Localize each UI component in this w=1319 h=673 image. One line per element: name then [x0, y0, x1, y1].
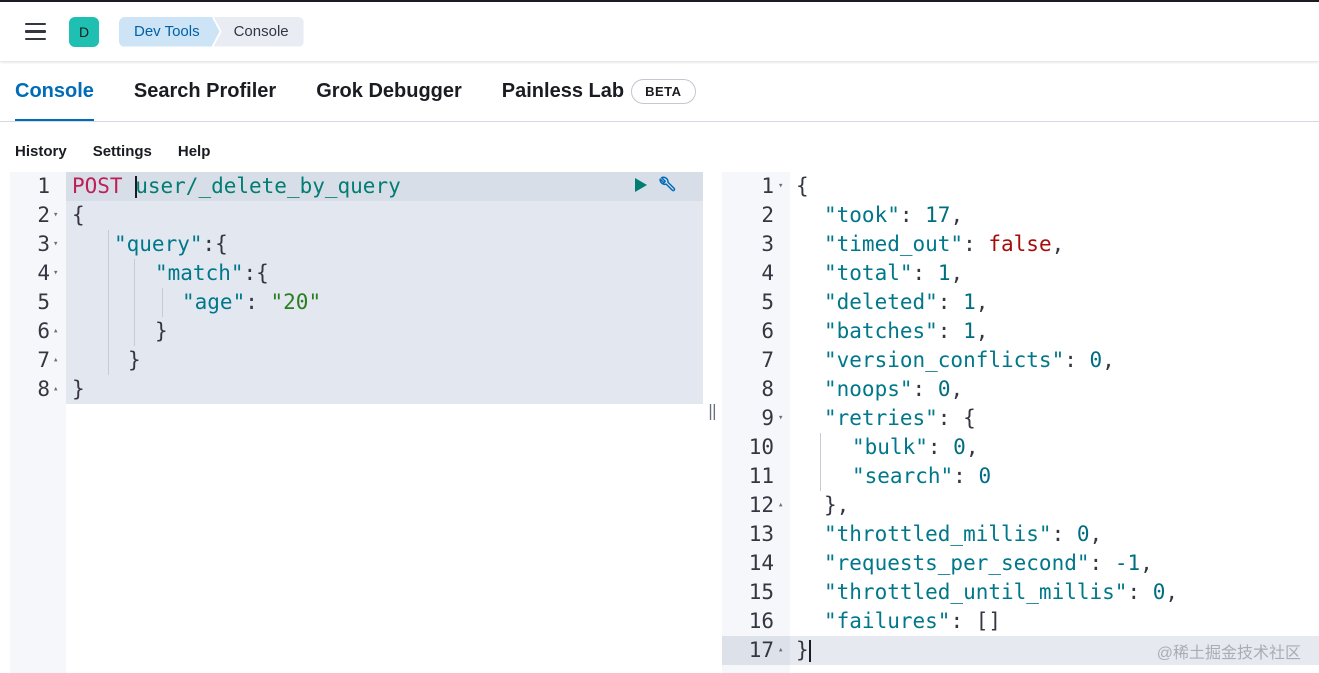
code-line: 10 "bulk": 0,	[748, 435, 979, 459]
console-menu: History Settings Help	[15, 143, 210, 160]
code-line: 4 "total": 1,	[761, 261, 964, 285]
code-line: 5 "age": "20"	[37, 290, 322, 314]
tab-grok-debugger[interactable]: Grok Debugger	[316, 62, 462, 121]
menu-toggle-button[interactable]	[15, 12, 55, 52]
code-line: 7 "version_conflicts": 0,	[761, 348, 1115, 372]
code-line: 16 "failures": []	[748, 609, 1002, 633]
request-path: user/_delete_by_query	[135, 174, 401, 198]
code-line: 15 "throttled_until_millis": 0,	[748, 580, 1179, 604]
code-line: 1 ▾{	[761, 174, 809, 198]
help-link[interactable]: Help	[178, 143, 211, 160]
top-header: D Dev Tools Console	[0, 0, 1319, 61]
tab-console[interactable]: Console	[15, 62, 94, 121]
code-line: 13 "throttled_millis": 0,	[748, 522, 1103, 546]
pane-resizer[interactable]: ‖	[703, 172, 722, 673]
history-link[interactable]: History	[15, 143, 67, 160]
code-line: 3 "timed_out": false,	[761, 232, 1065, 256]
tab-search-profiler[interactable]: Search Profiler	[134, 62, 276, 121]
code-line: 12 ▴},	[748, 493, 850, 517]
code-line: 7 ▴ }	[37, 348, 141, 372]
wrench-icon[interactable]	[657, 174, 679, 196]
beta-badge: BETA	[631, 79, 696, 104]
code-line: 3 ▾ "query":{	[37, 232, 228, 256]
breadcrumb: Dev Tools Console	[119, 16, 304, 47]
code-line: 8 ▴ }	[37, 377, 85, 401]
code-line: 8 "noops": 0,	[761, 377, 964, 401]
tab-painless-lab[interactable]: Painless Lab BETA	[502, 62, 696, 121]
code-line: 14 "requests_per_second": -1,	[748, 551, 1153, 575]
play-icon[interactable]	[635, 178, 647, 192]
breadcrumb-console: Console	[213, 16, 304, 47]
space-avatar[interactable]: D	[69, 16, 99, 47]
code-line: 6 "batches": 1,	[761, 319, 989, 343]
drag-handle-icon: ‖	[707, 401, 718, 420]
text-cursor	[135, 176, 137, 198]
code-line: 11 "search": 0	[748, 464, 992, 488]
text-cursor	[809, 640, 811, 662]
request-editor[interactable]: 1 POST user/_delete_by_query 2 ▾ { 3 ▾ "qu…	[10, 172, 703, 673]
hamburger-icon	[24, 22, 46, 26]
request-method: POST	[72, 174, 123, 198]
code-line: 6 ▴ }	[37, 319, 168, 343]
code-line: 9 ▾ "retries": {	[761, 406, 976, 430]
settings-link[interactable]: Settings	[93, 143, 152, 160]
request-actions	[635, 174, 679, 196]
dev-tools-tabs: Console Search Profiler Grok Debugger Pa…	[0, 62, 1319, 122]
breadcrumb-dev-tools[interactable]: Dev Tools	[119, 17, 220, 47]
code-line: 2 "took": 17,	[761, 203, 964, 227]
watermark: @稀土掘金技术社区	[1156, 645, 1301, 662]
response-viewer[interactable]: 1 ▾{ 2 "took": 17, 3 "timed_out": false, 4 "…	[722, 172, 1319, 673]
code-line: 1 POST user/_delete_by_query	[37, 174, 401, 198]
code-line: 4 ▾ "match":{	[37, 261, 269, 285]
code-line: 2 ▾ {	[37, 203, 85, 227]
code-line: 5 "deleted": 1,	[761, 290, 989, 314]
